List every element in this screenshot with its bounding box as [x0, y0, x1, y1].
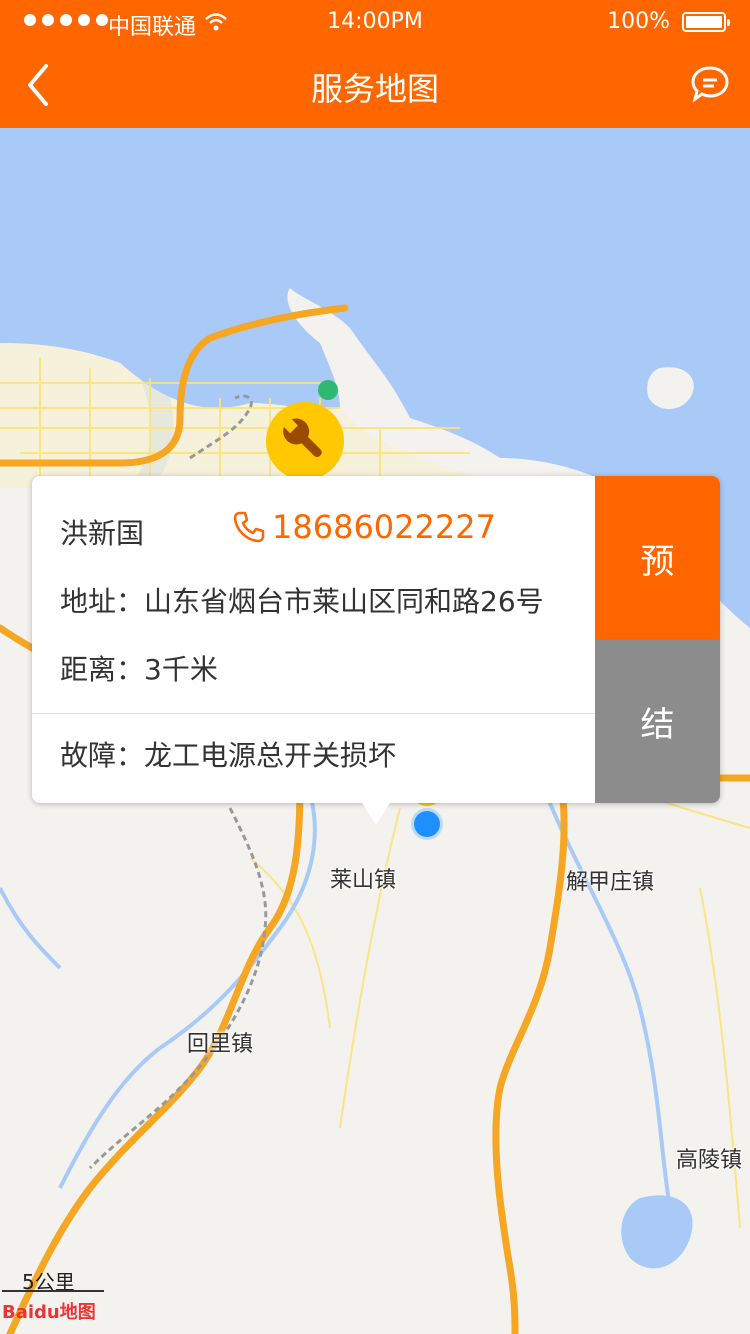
map-label-huili: 回里镇 [187, 1032, 254, 1057]
top-bar: 中国联通 14:00PM 100% 服务地图 [0, 0, 750, 128]
card-divider [32, 713, 595, 714]
service-info-card: 洪新国 18686022227 地址：山东省烟台市莱山区同和路26号 距离：3千… [32, 476, 720, 825]
card-pointer [362, 803, 390, 825]
address-label: 地址： [60, 585, 145, 618]
current-location-icon [414, 811, 440, 837]
customer-name: 洪新国 [60, 517, 145, 550]
wrench-marker-icon[interactable] [264, 400, 346, 482]
map-label-gaoling: 高陵镇 [676, 1148, 743, 1173]
battery-percent: 100% [607, 9, 670, 34]
page-title: 服务地图 [310, 70, 439, 108]
status-bar: 中国联通 14:00PM 100% [0, 0, 750, 44]
fault-label: 故障： [60, 739, 145, 772]
phone-link[interactable]: 18686022227 [232, 508, 496, 546]
map-scale-bar [2, 1290, 104, 1292]
card-details: 洪新国 18686022227 地址：山东省烟台市莱山区同和路26号 距离：3千… [32, 476, 595, 803]
address-row: 地址：山东省烟台市莱山区同和路26号 [60, 580, 544, 620]
battery-icon [682, 12, 730, 32]
address-value: 山东省烟台市莱山区同和路26号 [144, 585, 544, 618]
phone-number: 18686022227 [272, 508, 496, 546]
distance-row: 距离：3千米 [60, 648, 218, 688]
map-label-xiejiazhuang: 解甲庄镇 [566, 870, 655, 895]
reserve-button[interactable]: 预 [595, 476, 720, 640]
fault-value: 龙工电源总开关损坏 [144, 739, 397, 772]
map-label-laishan: 莱山镇 [330, 868, 397, 893]
distance-label: 距离： [60, 653, 145, 686]
distance-value: 3千米 [144, 653, 218, 686]
poi-dot-icon [318, 380, 338, 400]
baidu-map-logo: Baidu地图 [2, 1298, 96, 1324]
fault-row: 故障：龙工电源总开关损坏 [60, 734, 396, 774]
chat-bubble-icon[interactable] [690, 64, 730, 104]
phone-icon [233, 511, 265, 543]
baidu-logo-text: Baidu地图 [2, 1302, 96, 1323]
settle-button[interactable]: 结 [595, 640, 720, 803]
